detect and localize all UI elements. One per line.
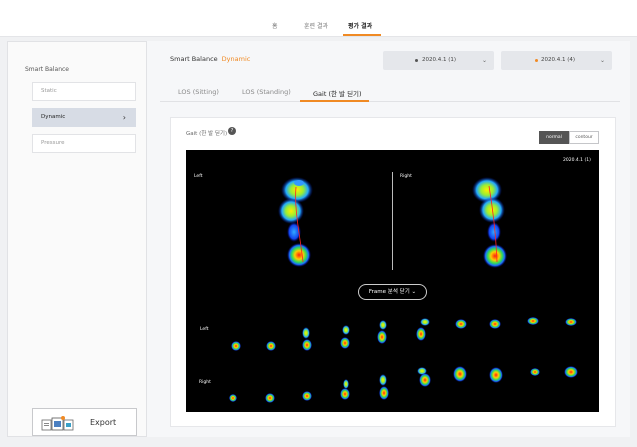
frame-button-label: Frame 분석 닫기: [368, 289, 410, 295]
tab-divider: [160, 101, 620, 102]
viewer-date: 2020.4.1 (1): [563, 158, 591, 163]
sidebar-title: Smart Balance: [25, 66, 69, 73]
sidebar-item-pressure[interactable]: Pressure: [32, 134, 136, 153]
sidebar-item-label: Dynamic: [41, 114, 66, 120]
help-icon[interactable]: ?: [228, 127, 236, 135]
tab-los-standing[interactable]: LOS (Standing): [242, 88, 291, 96]
export-files-icon: [41, 416, 74, 431]
nav-tab-evaluation-results[interactable]: 평가 결과: [348, 21, 372, 30]
toggle-contour[interactable]: contour: [569, 131, 599, 144]
nav-tab-home[interactable]: 홈: [272, 21, 278, 30]
series-dot-icon: [535, 59, 538, 62]
sidebar-item-label: Static: [41, 88, 57, 94]
viewer-right-label: Right: [400, 174, 412, 179]
page-title-text: Smart Balance: [170, 55, 218, 63]
tab-active-indicator: [300, 100, 369, 102]
session-select-1[interactable]: 2020.4.1 (1) ⌄: [383, 51, 494, 70]
export-button[interactable]: Export: [32, 408, 137, 436]
sidebar-item-static[interactable]: Static: [32, 82, 136, 101]
viewer-left-label: Left: [194, 174, 203, 179]
chevron-down-icon: ⌄: [481, 57, 487, 64]
export-label: Export: [90, 418, 117, 427]
session-select-1-value: 2020.4.1 (1): [422, 57, 457, 63]
page-title: Smart Balance Dynamic: [170, 55, 250, 63]
row-right-label: Right: [199, 380, 211, 385]
frame-analysis-toggle-button[interactable]: Frame 분석 닫기 ⌄: [358, 284, 427, 300]
top-nav: 홈 훈련 결과 평가 결과: [0, 0, 637, 37]
page-title-accent: Dynamic: [221, 55, 251, 63]
session-select-2[interactable]: 2020.4.1 (4) ⌄: [501, 51, 612, 70]
tab-los-sitting[interactable]: LOS (Sitting): [178, 88, 219, 96]
series-dot-icon: [415, 59, 418, 62]
sidebar-item-dynamic[interactable]: Dynamic ›: [32, 108, 136, 127]
row-left-label: Left: [200, 327, 209, 332]
toggle-normal[interactable]: normal: [539, 131, 569, 144]
nav-active-indicator: [343, 34, 381, 36]
chevron-right-icon: ›: [122, 113, 126, 122]
foot-divider: [392, 172, 393, 270]
sidebar-item-label: Pressure: [41, 140, 65, 146]
session-select-2-value: 2020.4.1 (4): [541, 57, 576, 63]
tab-gait[interactable]: Gait (한 발 딛기): [313, 88, 362, 98]
chevron-down-icon: ⌄: [411, 289, 417, 295]
card-title: Gait (한 발 딛기): [186, 131, 228, 137]
chevron-down-icon: ⌄: [599, 57, 605, 64]
nav-tab-training-results[interactable]: 훈련 결과: [304, 21, 328, 30]
